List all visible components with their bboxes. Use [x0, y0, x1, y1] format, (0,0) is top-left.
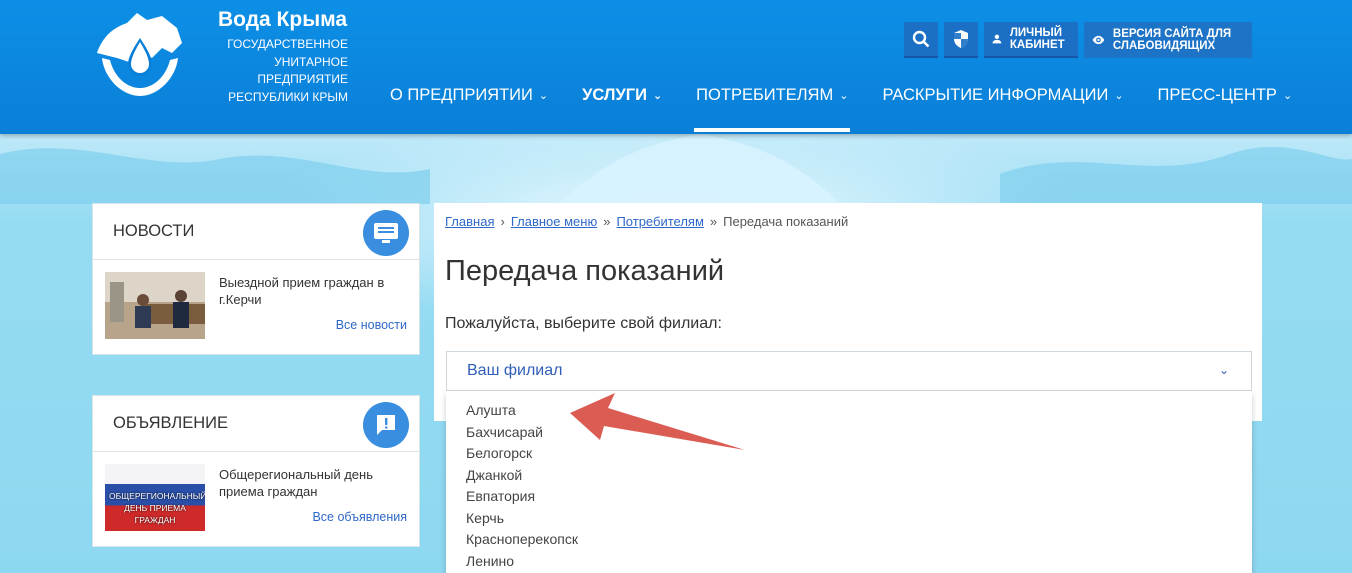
nav-item-label: ПРЕСС-ЦЕНТР — [1157, 85, 1277, 104]
monitor-icon — [374, 223, 398, 243]
news-badge[interactable] — [363, 210, 409, 256]
branch-select[interactable]: Ваш филиал ⌄ — [446, 351, 1252, 391]
announcement-title: ОБЪЯВЛЕНИЕ — [113, 414, 228, 432]
branch-option-lenino[interactable]: Ленино — [446, 551, 1252, 573]
breadcrumb-current: Передача показаний — [723, 214, 849, 229]
breadcrumb-home[interactable]: Главная — [445, 214, 494, 229]
announcement-banner-text: ОБЩЕРЕГИОНАЛЬНЫЙ ДЕНЬ ПРИЕМА ГРАЖДАН — [109, 491, 205, 525]
top-actions: ЛИЧНЫЙ КАБИНЕТ ВЕРСИЯ САЙТА ДЛЯ СЛАБОВИД… — [904, 22, 1252, 58]
announcement-badge[interactable] — [363, 402, 409, 448]
all-news-link[interactable]: Все новости — [336, 318, 407, 332]
security-button[interactable] — [944, 22, 978, 58]
main-nav: О ПРЕДПРИЯТИИ ⌄ УСЛУГИ ⌄ ПОТРЕБИТЕЛЯМ ⌄ РАС… — [388, 72, 1324, 134]
nav-item-services[interactable]: УСЛУГИ ⌄ — [580, 72, 664, 118]
chevron-down-icon: ⌄ — [1218, 363, 1229, 377]
breadcrumb-separator: » — [603, 214, 611, 229]
personal-cabinet-button[interactable]: ЛИЧНЫЙ КАБИНЕТ — [984, 22, 1078, 58]
branch-select-placeholder: Ваш филиал — [467, 362, 563, 379]
news-card: НОВОСТИ Выездной прием граждан в г.Керчи… — [92, 203, 420, 355]
nav-item-label: ПОТРЕБИТЕЛЯМ — [696, 85, 834, 104]
announcement-card-body: ОБЩЕРЕГИОНАЛЬНЫЙ ДЕНЬ ПРИЕМА ГРАЖДАН Общ… — [93, 452, 419, 542]
breadcrumb-main-menu[interactable]: Главное меню — [511, 214, 597, 229]
branch-prompt: Пожалуйста, выберите свой филиал: — [445, 315, 722, 332]
speech-bubble-exclamation-icon — [377, 415, 395, 435]
crimea-water-drop-hands-logo[interactable] — [92, 8, 187, 103]
personal-cabinet-label: ЛИЧНЫЙ КАБИНЕТ — [1009, 26, 1065, 52]
nav-item-label: РАСКРЫТИЕ ИНФОРМАЦИИ — [882, 85, 1109, 104]
branch-option-krasnoperekopsk[interactable]: Красноперекопск — [446, 529, 1252, 551]
chevron-down-icon: ⌄ — [652, 89, 663, 102]
nav-item-press-center[interactable]: ПРЕСС-ЦЕНТР ⌄ — [1156, 72, 1295, 118]
news-card-header: НОВОСТИ — [93, 204, 419, 260]
nav-item-disclosure[interactable]: РАСКРЫТИЕ ИНФОРМАЦИИ ⌄ — [880, 72, 1125, 118]
page-title: Передача показаний — [445, 255, 725, 287]
breadcrumb: Главная › Главное меню » Потребителям » … — [445, 214, 848, 229]
announcement-card: ОБЪЯВЛЕНИЕ ОБЩЕРЕГИОНАЛЬНЫЙ ДЕНЬ ПРИЕМА … — [92, 395, 420, 547]
search-button[interactable] — [904, 22, 938, 58]
user-icon — [992, 34, 1002, 44]
site-header: Вода Крыма ГОСУДАРСТВЕННОЕ УНИТАРНОЕ ПРЕ… — [0, 0, 1352, 134]
shield-icon — [954, 30, 968, 48]
announcement-thumbnail[interactable]: ОБЩЕРЕГИОНАЛЬНЫЙ ДЕНЬ ПРИЕМА ГРАЖДАН — [105, 464, 205, 531]
news-thumbnail[interactable] — [105, 272, 205, 339]
branch-option-kerch[interactable]: Керчь — [446, 508, 1252, 530]
branch-option-dzhankoy[interactable]: Джанкой — [446, 465, 1252, 487]
nav-item-about[interactable]: О ПРЕДПРИЯТИИ ⌄ — [388, 72, 550, 118]
breadcrumb-consumers[interactable]: Потребителям — [616, 214, 703, 229]
branch-option-evpatoriya[interactable]: Евпатория — [446, 486, 1252, 508]
nav-item-consumers[interactable]: ПОТРЕБИТЕЛЯМ ⌄ — [694, 72, 851, 132]
all-announcements-link[interactable]: Все объявления — [312, 510, 407, 524]
chevron-down-icon: ⌄ — [839, 89, 849, 102]
search-icon — [912, 30, 930, 48]
low-vision-version-label: ВЕРСИЯ САЙТА ДЛЯ СЛАБОВИДЯЩИХ — [1112, 27, 1232, 53]
chevron-down-icon: ⌄ — [1282, 89, 1293, 102]
brand-subtitle: ГОСУДАРСТВЕННОЕ УНИТАРНОЕ ПРЕДПРИЯТИЕ РЕ… — [227, 37, 348, 104]
announcement-text[interactable]: Общерегиональный день приема граждан — [219, 466, 409, 500]
news-title: НОВОСТИ — [113, 222, 195, 240]
brand-title[interactable]: Вода Крыма — [218, 8, 358, 32]
announcement-card-header: ОБЪЯВЛЕНИЕ — [93, 396, 419, 452]
news-card-body: Выездной прием граждан в г.Керчи Все нов… — [93, 260, 419, 350]
breadcrumb-separator: » — [709, 214, 718, 229]
annotation-arrow — [570, 393, 745, 450]
low-vision-version-button[interactable]: ВЕРСИЯ САЙТА ДЛЯ СЛАБОВИДЯЩИХ — [1084, 22, 1252, 58]
breadcrumb-separator: › — [500, 214, 505, 229]
nav-item-label: УСЛУГИ — [582, 85, 647, 104]
news-text[interactable]: Выездной прием граждан в г.Керчи — [219, 274, 409, 308]
nav-item-label: О ПРЕДПРИЯТИИ — [390, 85, 533, 104]
chevron-down-icon: ⌄ — [1114, 89, 1124, 102]
chevron-down-icon: ⌄ — [538, 89, 549, 102]
eye-icon — [1092, 35, 1105, 45]
water-splash-decoration — [0, 134, 1352, 204]
